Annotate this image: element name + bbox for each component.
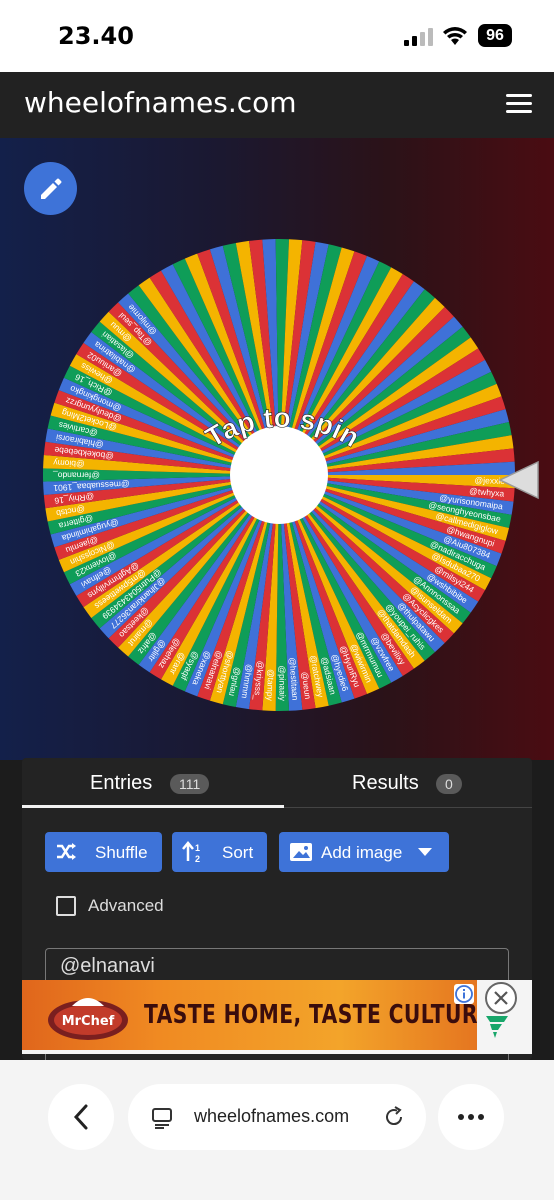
edit-wheel-button[interactable]	[24, 162, 77, 215]
url-bar[interactable]: wheelofnames.com	[128, 1084, 426, 1150]
pencil-icon	[41, 178, 62, 199]
ad-image[interactable]: MrChef TASTE HOME, TASTE CULTURE!	[22, 980, 477, 1050]
ad-info-icon[interactable]	[454, 984, 474, 1004]
wheel-center-hub[interactable]	[230, 426, 328, 524]
wheel-pointer-icon	[498, 460, 539, 500]
more-dots-icon	[458, 1114, 484, 1120]
battery-indicator: 96	[478, 24, 512, 47]
ad-logo-text: MrChef	[62, 1014, 115, 1029]
svg-text:1: 1	[195, 843, 200, 853]
ad-logo-image: MrChef	[48, 998, 128, 1040]
name-wheel[interactable]: @jexxie@twhyxa@yurisonomaipa@seonghyeons…	[40, 236, 518, 714]
sort-label: Sort	[222, 843, 254, 862]
wheel-segment-label: @fernando_	[53, 471, 100, 481]
hamburger-menu-icon[interactable]	[506, 94, 532, 116]
cellular-signal-icon	[404, 28, 433, 46]
ad-banner: MrChef TASTE HOME, TASTE CULTURE!	[22, 980, 532, 1054]
sort-button[interactable]: 1 2 Sort	[172, 832, 267, 872]
tab-results[interactable]: Results 0	[284, 758, 532, 808]
ad-headline: TASTE HOME, TASTE CULTURE!	[144, 1000, 477, 1030]
tab-results-label: Results	[352, 772, 419, 794]
tab-entries[interactable]: Entries 111	[22, 758, 284, 808]
advanced-checkbox[interactable]	[56, 896, 76, 916]
page-settings-icon[interactable]	[150, 1106, 174, 1130]
url-text: wheelofnames.com	[194, 1106, 350, 1126]
site-header: wheelofnames.com	[0, 72, 554, 138]
tab-entries-label: Entries	[90, 772, 153, 794]
status-time: 23.40	[58, 22, 134, 50]
wheel-segment-label: @tampy	[265, 669, 276, 702]
results-count-badge: 0	[436, 774, 462, 794]
shuffle-label: Shuffle	[95, 843, 148, 862]
close-icon	[494, 991, 508, 1005]
entries-count-badge: 111	[170, 774, 210, 794]
wheel-segment-label: @biomy	[52, 458, 85, 470]
wifi-icon	[443, 27, 467, 45]
svg-text:2: 2	[195, 854, 200, 863]
reload-icon[interactable]	[382, 1105, 406, 1129]
add-image-button[interactable]: Add image	[279, 832, 449, 872]
dropdown-caret-icon[interactable]	[417, 847, 433, 857]
site-title[interactable]: wheelofnames.com	[24, 86, 297, 119]
more-options-button[interactable]	[438, 1084, 504, 1150]
chevron-left-icon	[73, 1104, 88, 1130]
sort-icon: 1 2	[182, 841, 200, 863]
shuffle-button[interactable]: Shuffle	[45, 832, 162, 872]
shuffle-icon	[57, 843, 76, 860]
wheel-segment-label: @pinaaiy	[277, 665, 288, 701]
advanced-label: Advanced	[88, 896, 164, 915]
add-image-label: Add image	[321, 843, 403, 862]
ad-brand-icon	[486, 1016, 508, 1038]
browser-toolbar: wheelofnames.com	[0, 1060, 554, 1200]
image-icon	[290, 843, 312, 861]
entry-line: @elnanavi	[60, 955, 155, 977]
wheel-stage: @jexxie @twhyxa @yurisonomaipa @seonghyeons…	[0, 138, 554, 760]
back-button[interactable]	[48, 1084, 114, 1150]
status-bar: 23.40 96	[0, 0, 554, 72]
